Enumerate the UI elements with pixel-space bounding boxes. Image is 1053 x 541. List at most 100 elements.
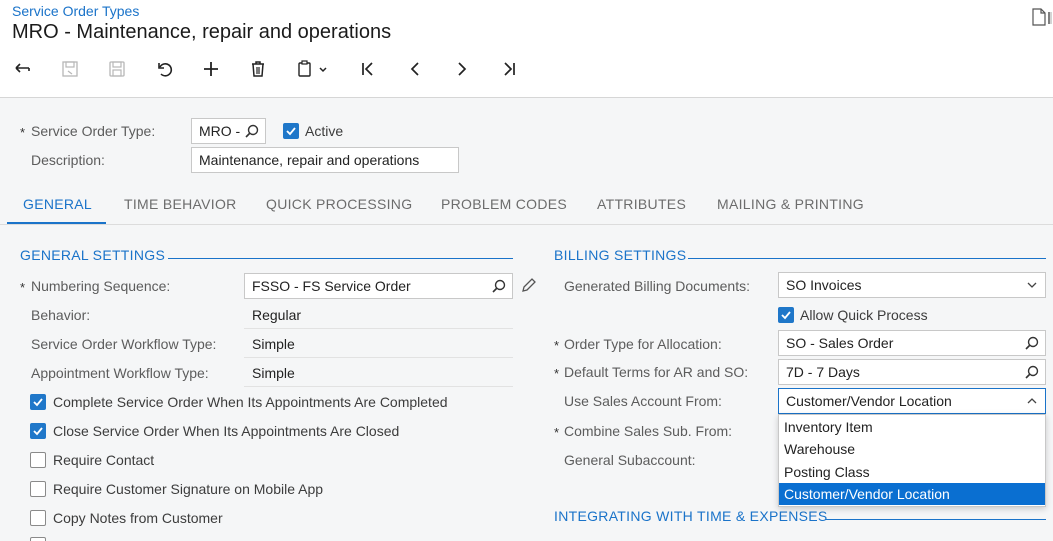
allow-quick-process-label: Allow Quick Process <box>800 307 928 323</box>
order-type-allocation-label: Order Type for Allocation: <box>564 336 722 352</box>
service-order-type-label: Service Order Type: <box>31 123 156 139</box>
dropdown-option-inventory-item[interactable]: Inventory Item <box>779 416 1045 438</box>
billing-settings-title: BILLING SETTINGS <box>554 247 687 263</box>
use-sales-account-label: Use Sales Account From: <box>564 393 722 409</box>
numbering-sequence-label: Numbering Sequence: <box>31 278 171 294</box>
search-icon[interactable] <box>1024 335 1040 351</box>
allow-quick-process-checkbox[interactable] <box>778 307 794 323</box>
next-record-button[interactable] <box>449 56 475 82</box>
dropdown-option-warehouse[interactable]: Warehouse <box>779 438 1045 460</box>
first-record-button[interactable] <box>355 56 381 82</box>
description-value: Maintenance, repair and operations <box>199 152 420 168</box>
tab-time-behavior[interactable]: TIME BEHAVIOR <box>124 196 237 212</box>
general-settings-title: GENERAL SETTINGS <box>20 247 166 263</box>
combine-sales-sub-label: Combine Sales Sub. From: <box>564 423 733 439</box>
generated-billing-docs-select[interactable]: SO Invoices <box>778 272 1046 298</box>
appt-workflow-value: Simple <box>252 365 295 381</box>
required-mark: * <box>20 280 26 295</box>
require-signature-label: Require Customer Signature on Mobile App <box>53 481 324 497</box>
require-signature-checkbox[interactable] <box>30 481 46 497</box>
complete-so-label: Complete Service Order When Its Appointm… <box>53 394 448 410</box>
close-so-label: Close Service Order When Its Appointment… <box>53 423 400 439</box>
checkmark-icon <box>286 127 296 136</box>
active-label: Active <box>305 123 344 139</box>
checkmark-icon <box>781 311 791 320</box>
next-checkbox-partial[interactable] <box>30 537 46 541</box>
required-mark: * <box>554 425 560 440</box>
last-icon <box>504 62 515 76</box>
require-contact-checkbox[interactable] <box>30 452 46 468</box>
chevron-up-icon <box>1027 398 1037 404</box>
use-sales-account-value: Customer/Vendor Location <box>786 393 952 409</box>
tab-problem-codes[interactable]: PROBLEM CODES <box>441 196 567 212</box>
last-record-button[interactable] <box>496 56 522 82</box>
checkmark-icon <box>33 398 43 407</box>
tab-quick-processing[interactable]: QUICK PROCESSING <box>266 196 412 212</box>
back-button[interactable] <box>10 56 36 82</box>
first-icon <box>362 62 373 76</box>
search-icon[interactable] <box>1024 364 1040 380</box>
delete-button[interactable] <box>245 56 271 82</box>
require-contact-label: Require Contact <box>53 452 155 468</box>
search-icon[interactable] <box>244 123 260 139</box>
tab-divider <box>0 224 1053 225</box>
so-workflow-value: Simple <box>252 336 295 352</box>
add-button[interactable] <box>198 56 224 82</box>
description-field[interactable]: Maintenance, repair and operations <box>191 147 459 173</box>
dropdown-option-customer-vendor-location[interactable]: Customer/Vendor Location <box>779 483 1045 505</box>
default-terms-field[interactable]: 7D - 7 Days <box>778 359 1046 385</box>
search-icon[interactable] <box>491 278 507 294</box>
breadcrumb[interactable]: Service Order Types <box>12 3 139 19</box>
numbering-sequence-field[interactable]: FSSO - FS Service Order <box>244 273 513 299</box>
save-icon <box>109 61 125 77</box>
generated-billing-docs-value: SO Invoices <box>786 277 862 293</box>
use-sales-account-select[interactable]: Customer/Vendor Location <box>778 388 1046 414</box>
tab-mailing-printing[interactable]: MAILING & PRINTING <box>717 196 864 212</box>
default-terms-label: Default Terms for AR and SO: <box>564 364 749 380</box>
service-order-type-field[interactable]: MRO - <box>191 118 266 144</box>
copy-paste-button[interactable] <box>292 56 336 82</box>
chevron-down-icon <box>1027 282 1037 288</box>
close-so-checkbox[interactable] <box>30 423 46 439</box>
chevron-right-icon <box>458 62 467 76</box>
sales-account-dropdown-list: Inventory Item Warehouse Posting Class C… <box>778 414 1046 507</box>
order-type-allocation-field[interactable]: SO - Sales Order <box>778 330 1046 356</box>
notes-icon[interactable] <box>1031 8 1053 26</box>
dropdown-option-posting-class[interactable]: Posting Class <box>779 461 1045 483</box>
appt-workflow-label: Appointment Workflow Type: <box>31 365 209 381</box>
cancel-button[interactable] <box>152 56 178 82</box>
tab-attributes[interactable]: ATTRIBUTES <box>597 196 686 212</box>
row-divider <box>244 328 513 329</box>
general-subaccount-label: General Subaccount: <box>564 452 696 468</box>
order-type-allocation-value: SO - Sales Order <box>786 335 894 351</box>
complete-so-checkbox[interactable] <box>30 394 46 410</box>
checkmark-icon <box>33 427 43 436</box>
row-divider <box>244 357 513 358</box>
edit-pencil-icon[interactable] <box>520 277 537 294</box>
previous-record-button[interactable] <box>402 56 428 82</box>
numbering-sequence-value: FSSO - FS Service Order <box>252 278 411 294</box>
copy-notes-label: Copy Notes from Customer <box>53 510 223 526</box>
back-arrow-icon <box>15 63 30 73</box>
required-mark: * <box>554 366 560 381</box>
chevron-left-icon <box>410 62 419 76</box>
plus-icon <box>204 62 218 76</box>
behavior-label: Behavior: <box>31 307 91 323</box>
required-mark: * <box>554 338 560 353</box>
save-close-icon <box>62 61 78 77</box>
active-checkbox[interactable] <box>283 123 299 139</box>
integrating-time-expenses-title: INTEGRATING WITH TIME & EXPENSES <box>554 508 828 524</box>
save-close-button[interactable] <box>57 56 83 82</box>
so-workflow-label: Service Order Workflow Type: <box>31 336 217 352</box>
active-tab-indicator <box>7 222 106 224</box>
tab-general[interactable]: GENERAL <box>23 196 92 212</box>
service-order-type-value: MRO - <box>199 123 241 139</box>
copy-notes-checkbox[interactable] <box>30 510 46 526</box>
save-button[interactable] <box>104 56 130 82</box>
default-terms-value: 7D - 7 Days <box>786 364 860 380</box>
undo-icon <box>158 63 173 77</box>
section-line <box>826 519 1046 520</box>
section-line <box>168 258 513 259</box>
page-title: MRO - Maintenance, repair and operations <box>12 21 392 43</box>
trash-icon <box>252 61 264 77</box>
